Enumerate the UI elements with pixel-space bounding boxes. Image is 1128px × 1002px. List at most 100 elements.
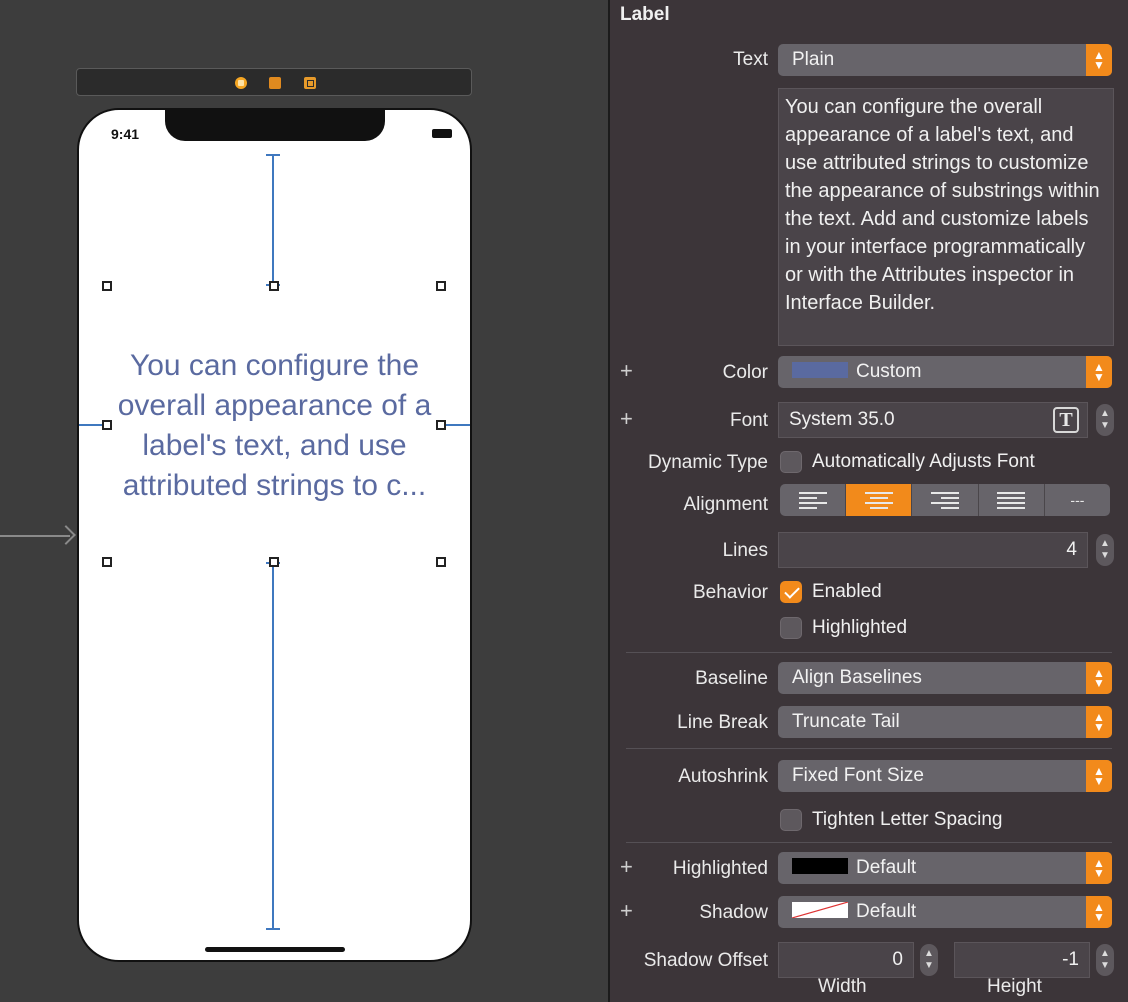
font-picker-icon[interactable]: T: [1053, 407, 1079, 433]
align-justified-icon: [997, 491, 1026, 509]
popup-arrows-icon: ▲ ▼: [1086, 706, 1112, 738]
align-center-button[interactable]: [846, 484, 913, 516]
align-center-icon: [864, 491, 893, 509]
popup-arrows-icon: ▲ ▼: [1086, 44, 1112, 76]
resize-handle-top[interactable]: [269, 281, 279, 291]
autoshrink-popup[interactable]: Fixed Font Size ▲ ▼: [778, 760, 1112, 792]
color-popup[interactable]: Custom ▲ ▼: [778, 356, 1112, 388]
font-label: Font: [729, 410, 768, 431]
lines-stepper[interactable]: ▲ ▼: [1096, 534, 1114, 566]
shadow-width-stepper[interactable]: ▲ ▼: [920, 944, 938, 976]
popup-arrows-icon: ▲ ▼: [1086, 760, 1112, 792]
highlighted-checkbox[interactable]: [780, 617, 802, 639]
popup-arrows-icon: ▲ ▼: [1086, 662, 1112, 694]
exit-icon[interactable]: [304, 77, 316, 89]
line-break-popup[interactable]: Truncate Tail ▲ ▼: [778, 706, 1112, 738]
add-shadow-variation-icon[interactable]: +: [620, 898, 633, 924]
divider: [626, 652, 1112, 653]
text-type-label: Text: [733, 49, 768, 70]
resize-handle-bottom-right[interactable]: [436, 557, 446, 567]
shadow-offset-height-field[interactable]: -1: [954, 942, 1090, 978]
shadow-offset-width-value: 0: [892, 949, 903, 970]
align-left-button[interactable]: [780, 484, 847, 516]
shadow-value: Default: [856, 901, 917, 922]
align-natural-button[interactable]: ---: [1045, 484, 1110, 516]
shadow-color-swatch: [792, 901, 848, 918]
align-right-icon: [931, 491, 959, 509]
color-label: Color: [722, 362, 768, 383]
align-justified-button[interactable]: [979, 484, 1045, 516]
align-right-button[interactable]: [912, 484, 979, 516]
label-text-area[interactable]: You can configure the overall appearance…: [778, 88, 1114, 346]
shadow-offset-height-value: -1: [1062, 949, 1079, 970]
baseline-value: Align Baselines: [792, 667, 922, 688]
text-type-popup[interactable]: Plain ▲ ▼: [778, 44, 1112, 76]
autoshrink-value: Fixed Font Size: [792, 765, 924, 786]
lines-field[interactable]: 4: [778, 532, 1088, 568]
add-font-variation-icon[interactable]: +: [620, 406, 633, 432]
bottom-constraint-guide[interactable]: [266, 562, 280, 930]
auto-adjust-font-label: Automatically Adjusts Font: [812, 451, 1035, 472]
baseline-popup[interactable]: Align Baselines ▲ ▼: [778, 662, 1112, 694]
shadow-height-stepper[interactable]: ▲ ▼: [1096, 944, 1114, 976]
highlighted-color-swatch: [792, 857, 848, 874]
attributes-inspector: Label Text Plain ▲ ▼ You can configure th…: [608, 0, 1128, 1002]
alignment-segmented-control: ---: [780, 484, 1110, 516]
lines-label: Lines: [722, 540, 768, 561]
color-swatch: [792, 361, 848, 378]
resize-handle-left[interactable]: [102, 420, 112, 430]
top-constraint-guide[interactable]: [266, 154, 280, 286]
add-color-variation-icon[interactable]: +: [620, 358, 633, 384]
enabled-checkbox[interactable]: [780, 581, 802, 603]
alignment-label: Alignment: [683, 494, 769, 515]
font-value: System 35.0: [789, 409, 895, 430]
font-size-stepper[interactable]: ▲ ▼: [1096, 404, 1114, 436]
shadow-width-caption: Width: [818, 976, 867, 997]
iphone-scene[interactable]: 9:41 You can configure the overall appea…: [77, 108, 472, 962]
shadow-label: Shadow: [699, 902, 768, 923]
trailing-constraint-guide[interactable]: [442, 424, 470, 426]
align-natural-icon: ---: [1070, 492, 1085, 508]
scene-dock: [76, 68, 472, 96]
dynamic-type-label: Dynamic Type: [647, 452, 768, 473]
popup-arrows-icon: ▲ ▼: [1086, 356, 1112, 388]
resize-handle-top-right[interactable]: [436, 281, 446, 291]
baseline-label: Baseline: [695, 668, 768, 689]
home-indicator: [205, 947, 345, 952]
battery-icon: [432, 129, 452, 138]
tighten-spacing-checkbox[interactable]: [780, 809, 802, 831]
font-field[interactable]: System 35.0 T: [778, 402, 1088, 438]
add-highlighted-variation-icon[interactable]: +: [620, 854, 633, 880]
resize-handle-top-left[interactable]: [102, 281, 112, 291]
status-bar-time: 9:41: [111, 126, 140, 142]
storyboard-canvas[interactable]: 9:41 You can configure the overall appea…: [0, 0, 608, 1002]
section-title: Label: [620, 4, 670, 25]
auto-adjust-font-checkbox[interactable]: [780, 451, 802, 473]
color-value: Custom: [856, 361, 922, 382]
resize-handle-right[interactable]: [436, 420, 446, 430]
autoshrink-label: Autoshrink: [678, 766, 768, 787]
highlighted-label: Highlighted: [812, 617, 908, 638]
popup-arrows-icon: ▲ ▼: [1086, 896, 1112, 928]
text-type-value: Plain: [792, 49, 835, 70]
popup-arrows-icon: ▲ ▼: [1086, 852, 1112, 884]
tighten-spacing-label: Tighten Letter Spacing: [812, 809, 1003, 830]
shadow-popup[interactable]: Default ▲ ▼: [778, 896, 1112, 928]
entry-point-arrow-icon[interactable]: [0, 535, 70, 537]
view-controller-icon[interactable]: [235, 77, 247, 89]
highlighted-color-value: Default: [856, 857, 917, 878]
highlighted-color-popup[interactable]: Default ▲ ▼: [778, 852, 1112, 884]
shadow-offset-label: Shadow Offset: [643, 950, 768, 971]
lines-value: 4: [1066, 539, 1077, 560]
shadow-offset-width-field[interactable]: 0: [778, 942, 914, 978]
resize-handle-bottom[interactable]: [269, 557, 279, 567]
enabled-label: Enabled: [812, 581, 882, 602]
resize-handle-bottom-left[interactable]: [102, 557, 112, 567]
divider: [626, 748, 1112, 749]
shadow-height-caption: Height: [987, 976, 1042, 997]
first-responder-icon[interactable]: [269, 77, 281, 89]
behavior-label: Behavior: [693, 582, 768, 603]
align-left-icon: [798, 491, 827, 509]
line-break-label: Line Break: [677, 712, 768, 733]
label-preview[interactable]: You can configure the overall appearance…: [107, 346, 442, 506]
